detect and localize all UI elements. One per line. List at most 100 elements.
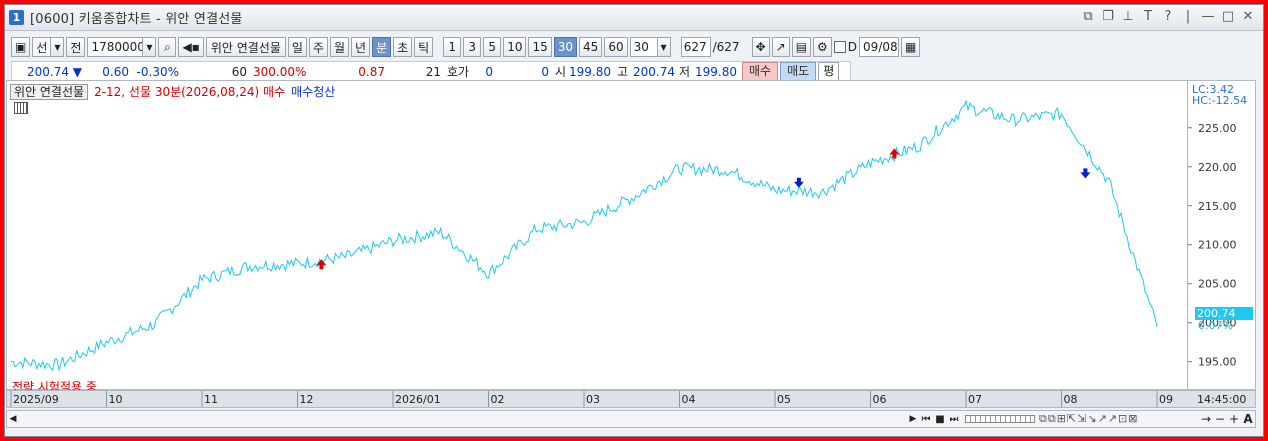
- close-icon[interactable]: ✕: [1241, 9, 1255, 25]
- hc-value: HC:-12.54: [1192, 94, 1248, 107]
- window-number-badge: 1: [9, 10, 24, 25]
- account-field[interactable]: 17800000: [87, 37, 153, 57]
- speed-slider[interactable]: [965, 415, 1035, 423]
- minute-10[interactable]: 10: [503, 37, 527, 57]
- grid-icon[interactable]: [14, 102, 28, 114]
- speaker-icon[interactable]: ◀▪: [178, 37, 204, 57]
- period-week[interactable]: 주: [308, 37, 328, 57]
- x-tick-label: 09: [1159, 393, 1173, 406]
- indicator-icon[interactable]: ✥: [751, 37, 770, 57]
- current-price: 200.74: [27, 64, 69, 79]
- low-label: 저: [679, 65, 691, 79]
- buy-signal-arrow: [316, 259, 327, 270]
- y-tick-label: 225.00: [1198, 122, 1237, 135]
- calendar-icon[interactable]: ▦: [901, 37, 921, 57]
- period-year[interactable]: 년: [351, 37, 371, 57]
- time-label: 14:45:00: [1197, 393, 1246, 406]
- sell-signal-arrow: [1080, 168, 1091, 179]
- x-axis-labels: 2025/09 10 11 12 2026/01 02 03 04 05 06 07 08 09 14:4…: [10, 391, 1246, 407]
- open-price: 199.80: [569, 64, 611, 79]
- price-line-chart: [10, 99, 1158, 372]
- scroll-left-icon[interactable]: ◀: [7, 414, 19, 424]
- scroll-end-icon[interactable]: →: [1199, 412, 1213, 426]
- minute-45[interactable]: 45: [579, 37, 603, 57]
- sell-button[interactable]: 매도: [780, 62, 817, 81]
- all-button[interactable]: 전: [66, 37, 86, 57]
- x-tick-label: 02: [491, 393, 505, 406]
- count-field[interactable]: 627: [680, 37, 711, 57]
- value3: 0.87: [358, 64, 385, 79]
- minute-1[interactable]: 1: [443, 37, 462, 57]
- chevron-down-icon[interactable]: ▼: [142, 37, 157, 57]
- period-second[interactable]: 초: [393, 37, 413, 57]
- buy-button[interactable]: 매수: [742, 62, 779, 81]
- layout-icon[interactable]: ▣: [11, 37, 31, 57]
- title-bar: 1 [0600] 키움종합차트 - 위안 연결선물 ⧉ ❐ ⊥ T ? | — …: [5, 5, 1263, 31]
- pin-icon[interactable]: ⊥: [1121, 9, 1135, 25]
- hoga-label: 호가: [447, 65, 470, 79]
- scroll-right-icon[interactable]: ▶: [907, 414, 919, 424]
- high-price: 200.74: [633, 64, 675, 79]
- y-tick-label: 215.00: [1198, 200, 1237, 213]
- x-axis: 2025/09 10 11 12 2026/01 02 03 04 05 06 07 08 09 14:4…: [6, 390, 1256, 408]
- minimize-icon[interactable]: —: [1201, 9, 1215, 25]
- trend-icon[interactable]: ↗: [771, 37, 790, 57]
- ask-qty: 0: [541, 64, 549, 79]
- x-tick-label: 08: [1064, 393, 1078, 406]
- zoom-in-icon[interactable]: +: [1227, 412, 1241, 426]
- search-icon[interactable]: ⌕: [158, 37, 177, 57]
- minute-select[interactable]: 30: [629, 37, 658, 57]
- window-title: [0600] 키움종합차트 - 위안 연결선물: [30, 12, 243, 27]
- date-checkbox[interactable]: [833, 41, 846, 53]
- minute-30[interactable]: 30: [553, 37, 578, 57]
- zoom-out-icon[interactable]: −: [1213, 412, 1227, 426]
- hoga-count: 21: [425, 64, 441, 79]
- x-tick-label: 2025/09: [13, 393, 59, 406]
- screen-copy-icon[interactable]: ⧉: [1081, 9, 1095, 25]
- x-tick-label: 11: [204, 393, 218, 406]
- instrument-name[interactable]: 위안 연결선물: [205, 37, 286, 57]
- sell-signal-arrow: [793, 177, 804, 188]
- maximize-icon[interactable]: □: [1221, 9, 1235, 25]
- minute-5[interactable]: 5: [483, 37, 502, 57]
- x-tick-label: 05: [777, 393, 791, 406]
- chevron-down-icon[interactable]: ▼: [656, 37, 671, 57]
- gear-icon[interactable]: ⚙: [813, 37, 832, 57]
- legend-instrument[interactable]: 위안 연결선물: [10, 83, 89, 100]
- volume-ratio-b: 300.00%: [253, 64, 307, 79]
- separator-icon: |: [1185, 9, 1191, 24]
- down-arrow-icon: ▼: [72, 64, 82, 79]
- date-checkbox-label: D: [847, 40, 858, 54]
- chevron-down-icon[interactable]: ▼: [50, 37, 65, 57]
- count-total: /627: [712, 40, 740, 54]
- minute-15[interactable]: 15: [528, 37, 552, 57]
- even-button[interactable]: 평: [818, 62, 840, 81]
- x-tick-label: 07: [968, 393, 982, 406]
- text-icon[interactable]: T: [1141, 9, 1155, 25]
- y-tick-label: 220.00: [1198, 161, 1237, 174]
- y-tick-label: 205.00: [1198, 278, 1237, 291]
- bid-qty: 0: [485, 64, 493, 79]
- period-tick[interactable]: 틱: [414, 37, 434, 57]
- y-axis-ticks: 195.00200.00205.00210.00215.00220.00225.…: [1188, 122, 1237, 369]
- minute-3[interactable]: 3: [463, 37, 482, 57]
- rewind-icon[interactable]: ⏮: [919, 414, 933, 425]
- period-month[interactable]: 월: [329, 37, 350, 57]
- fast-forward-icon[interactable]: ⏭: [947, 414, 961, 425]
- title-controls: ⧉ ❐ ⊥ T ? | — □ ✕: [1081, 9, 1255, 25]
- drawing-tools-icon[interactable]: ⧉⧉⊞⇱⇲↘↗↗⊡⊠: [1039, 412, 1199, 426]
- period-minute[interactable]: 분: [372, 37, 392, 57]
- period-day[interactable]: 일: [287, 37, 307, 57]
- help-icon[interactable]: ?: [1161, 9, 1175, 25]
- minute-60[interactable]: 60: [604, 37, 628, 57]
- horizontal-scrollbar[interactable]: ◀ ▶ ⏮ ■ ⏭ ⧉⧉⊞⇱⇲↘↗↗⊡⊠ → − + A: [6, 410, 1256, 428]
- current-pct: 0.07%: [1198, 319, 1233, 332]
- link-icon[interactable]: ❐: [1101, 9, 1115, 25]
- chart-area[interactable]: [6, 80, 1188, 390]
- save-icon[interactable]: ▤: [791, 37, 812, 57]
- y-tick-label: 195.00: [1198, 356, 1237, 369]
- mode-select[interactable]: 선: [32, 37, 52, 57]
- stop-icon[interactable]: ■: [933, 414, 947, 425]
- date-field[interactable]: 09/08: [859, 37, 900, 57]
- auto-scale-icon[interactable]: A: [1241, 412, 1255, 426]
